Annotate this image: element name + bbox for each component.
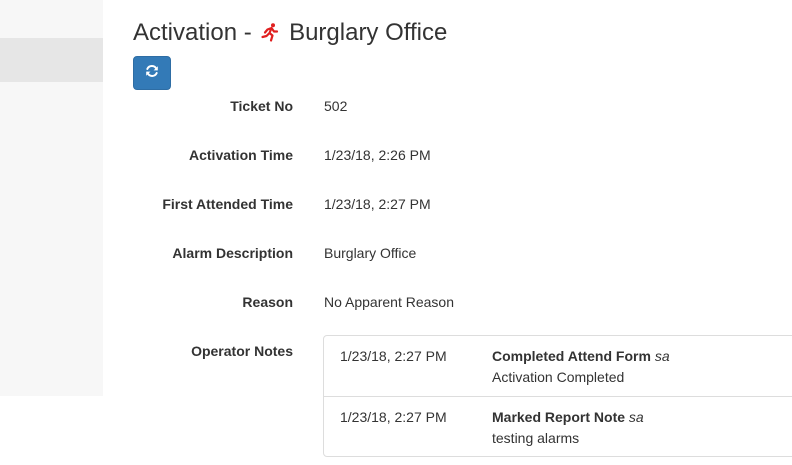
reason-value: No Apparent Reason (324, 294, 454, 310)
activation-time-label: Activation Time (189, 147, 293, 163)
title-prefix: Activation - (133, 19, 252, 46)
ticket-no-value: 502 (324, 98, 348, 114)
reason-label: Reason (242, 294, 293, 310)
page-title: Activation - Burglary Office (133, 16, 447, 52)
refresh-button[interactable] (133, 56, 171, 90)
title-alarm-name: Burglary Office (289, 19, 448, 46)
refresh-icon (145, 64, 159, 83)
ticket-no-label: Ticket No (230, 98, 293, 114)
note-action: Marked Report Note (492, 409, 626, 425)
operator-notes-list: 1/23/18, 2:27 PM Completed Attend Form s… (323, 335, 792, 457)
sidebar-item-active[interactable] (0, 38, 103, 82)
note-header: Marked Report Note sa (492, 409, 644, 425)
alarm-description-value: Burglary Office (324, 245, 417, 261)
note-user: sa (628, 409, 644, 425)
operator-notes-label: Operator Notes (191, 343, 293, 359)
note-action: Completed Attend Form (492, 348, 651, 364)
note-time: 1/23/18, 2:27 PM (340, 409, 447, 425)
running-person-icon (260, 18, 280, 52)
note-user: sa (654, 348, 670, 364)
note-text: Activation Completed (492, 369, 625, 385)
first-attended-time-value: 1/23/18, 2:27 PM (324, 196, 431, 212)
note-header: Completed Attend Form sa (492, 348, 670, 364)
note-item: 1/23/18, 2:27 PM Marked Report Note sa t… (324, 397, 792, 458)
first-attended-time-label: First Attended Time (162, 196, 293, 212)
alarm-description-label: Alarm Description (172, 245, 293, 261)
note-item: 1/23/18, 2:27 PM Completed Attend Form s… (324, 336, 792, 397)
activation-time-value: 1/23/18, 2:26 PM (324, 147, 431, 163)
note-text: testing alarms (492, 430, 580, 446)
note-time: 1/23/18, 2:27 PM (340, 348, 447, 364)
sidebar (0, 0, 103, 396)
